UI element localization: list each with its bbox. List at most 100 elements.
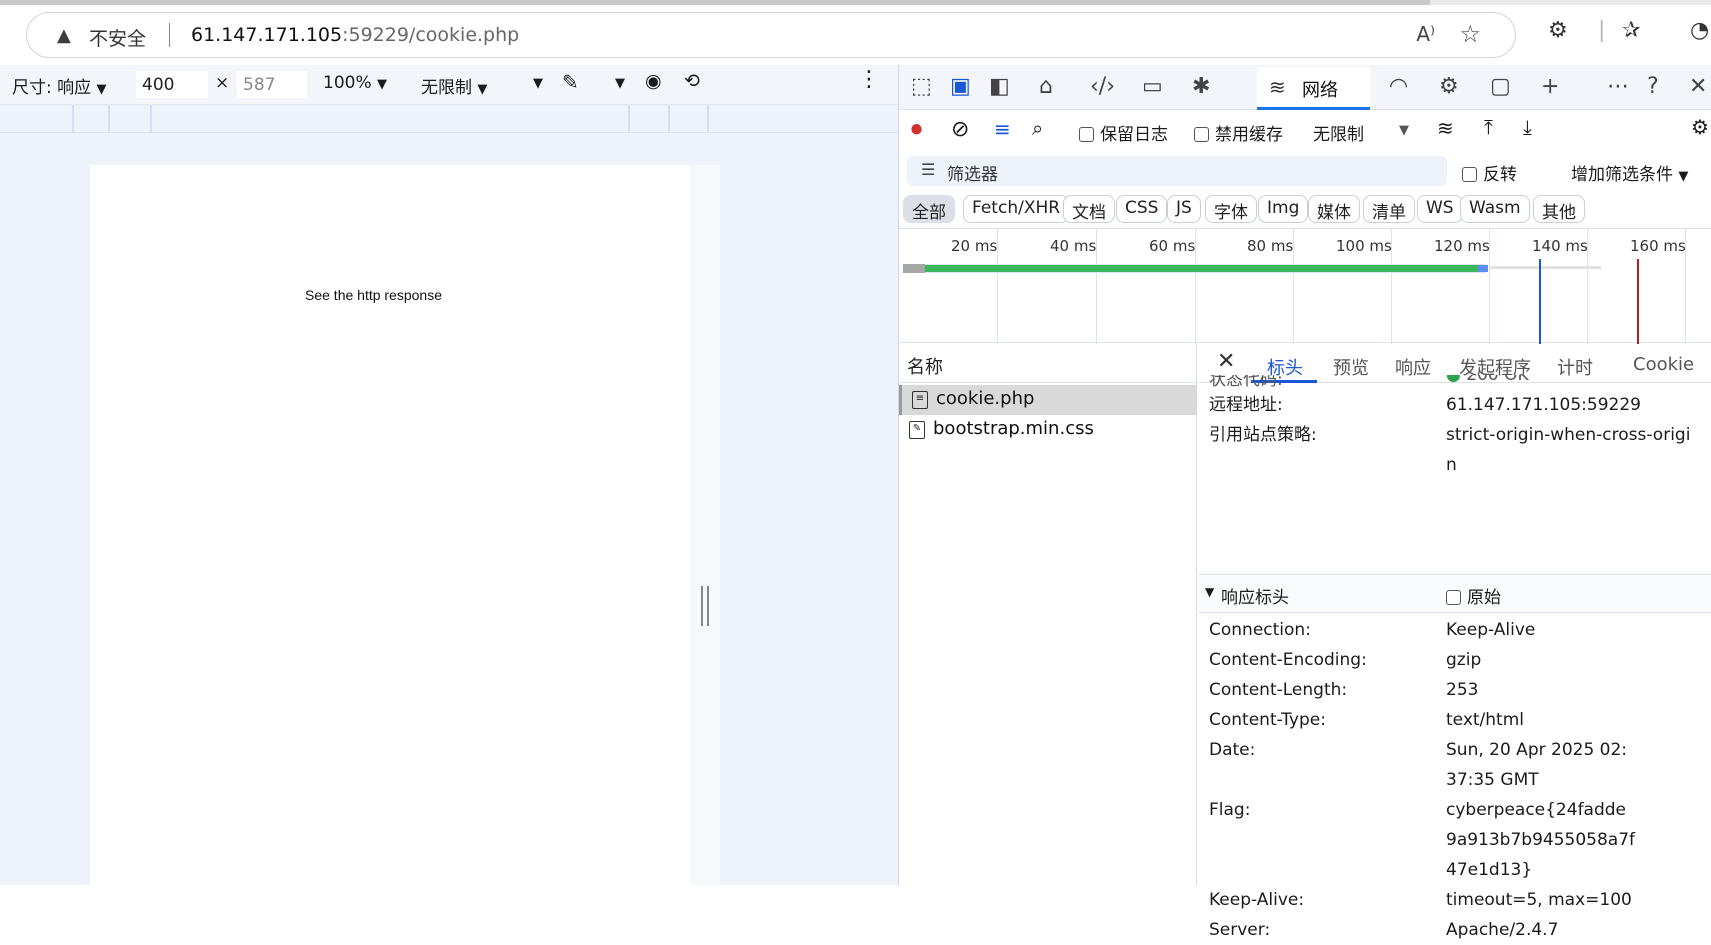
raw-checkbox[interactable]: 原始 <box>1446 583 1501 608</box>
throttle-dropdown-icon[interactable]: ▼ <box>1399 123 1409 138</box>
security-label[interactable]: 不安全 <box>89 24 146 51</box>
address-bar[interactable]: ▲ 不安全 61.147.171.105:59229/cookie.php A⁾… <box>26 12 1516 58</box>
dock-icon[interactable]: ◧ <box>989 74 1010 99</box>
header-value[interactable]: 253 <box>1446 675 1701 705</box>
type-media[interactable]: 媒体 <box>1308 195 1360 223</box>
record-icon[interactable]: ⏺ <box>911 117 922 142</box>
request-detail-panel: ✕ 标头 预览 响应 发起程序 计时 Cookie 状态代码: ● 200 OK… <box>1199 345 1711 940</box>
throttle-select[interactable]: 无限制 ▼ <box>421 73 487 98</box>
type-ws[interactable]: WS <box>1417 195 1463 223</box>
filter-toggle-icon[interactable]: ≡ <box>994 117 1011 141</box>
application-icon[interactable]: ▢ <box>1490 74 1511 99</box>
resource-type-filters: 全部 Fetch/XHR 文档 CSS JS 字体 Img 媒体 清单 WS W… <box>903 193 1711 227</box>
request-row[interactable]: ✎ bootstrap.min.css <box>899 415 1197 445</box>
type-font[interactable]: 字体 <box>1205 195 1257 223</box>
type-manifest[interactable]: 清单 <box>1363 195 1415 223</box>
welcome-home-icon[interactable]: ⌂ <box>1039 74 1053 99</box>
resize-handle[interactable] <box>701 586 709 626</box>
inspect-icon[interactable]: ⬚ <box>911 74 932 99</box>
flag-header-value[interactable]: cyberpeace{24fadde9a913b7b9455058a7f47e1… <box>1446 795 1636 885</box>
emulated-page: See the http response <box>90 165 690 885</box>
network-settings-icon[interactable]: ⚙ <box>1691 115 1709 139</box>
console-icon[interactable]: ▭ <box>1142 74 1163 99</box>
network-overview-timeline[interactable]: 20 ms 40 ms 60 ms 80 ms 100 ms 120 ms 14… <box>899 228 1711 344</box>
read-aloud-icon[interactable]: A⁾ <box>1416 22 1435 46</box>
response-headers-section[interactable]: ▼ 响应标头 原始 <box>1199 574 1711 613</box>
header-value[interactable]: Sun, 20 Apr 2025 02:37:35 GMT <box>1446 735 1636 795</box>
height-input[interactable] <box>237 71 307 98</box>
elements-icon[interactable]: ‹/› <box>1090 74 1115 99</box>
type-other[interactable]: 其他 <box>1533 195 1585 223</box>
header-key: Content-Encoding: <box>1209 650 1367 670</box>
tab-network[interactable]: ≋ 网络 <box>1257 67 1370 110</box>
copilot-icon[interactable]: ◔ <box>1690 18 1709 43</box>
zoom-select[interactable]: 100% ▼ <box>323 73 387 93</box>
address-divider <box>169 23 170 47</box>
rotate-icon[interactable]: ⟲ <box>684 70 700 92</box>
clear-icon[interactable]: ⊘ <box>951 117 969 142</box>
width-input[interactable] <box>136 71 208 98</box>
close-detail-icon[interactable]: ✕ <box>1217 349 1235 374</box>
more-tools-icon[interactable]: ⋯ <box>1607 74 1629 99</box>
export-har-icon[interactable]: ⤓ <box>1523 115 1532 139</box>
options-dropdown-icon[interactable]: ▼ <box>615 76 625 91</box>
timeline-bar-css <box>1489 266 1601 269</box>
more-options-icon[interactable]: ⋮ <box>858 67 880 92</box>
device-toolbar: 尺寸: 响应 ▼ × 100% ▼ 无限制 ▼ ▼ ✎ ▼ ◉ ⟲ ⋮ <box>0 65 898 105</box>
warning-icon[interactable]: ▲ <box>57 25 71 46</box>
header-key: Flag: <box>1209 800 1251 820</box>
tab-network-label: 网络 <box>1302 80 1338 101</box>
header-value[interactable]: 61.147.171.105:59229 <box>1446 390 1701 420</box>
header-value[interactable]: timeout=5, max=100 <box>1446 885 1701 915</box>
header-value[interactable]: gzip <box>1446 645 1701 675</box>
timeline-bar-document <box>925 265 1478 272</box>
performance-icon[interactable]: ◠ <box>1389 74 1408 99</box>
extensions-icon[interactable]: ⚙ <box>1548 18 1568 43</box>
media-query-ruler[interactable] <box>0 105 898 133</box>
close-devtools-icon[interactable]: ✕ <box>1689 74 1707 99</box>
request-row[interactable]: ≡ cookie.php <box>899 385 1197 415</box>
add-tool-icon[interactable]: + <box>1541 74 1559 99</box>
header-value[interactable]: strict-origin-when-cross-origin <box>1446 420 1701 480</box>
filter-input[interactable]: ☰ 筛选器 <box>907 156 1447 186</box>
header-value[interactable]: Keep-Alive <box>1446 615 1701 645</box>
favorite-star-icon[interactable]: ☆ <box>1459 20 1481 48</box>
url-text[interactable]: 61.147.171.105:59229/cookie.php <box>191 24 519 46</box>
type-css[interactable]: CSS <box>1116 195 1168 223</box>
device-emulation-icon[interactable]: ▣ <box>950 74 971 99</box>
network-conditions-icon[interactable]: ≋ <box>1437 116 1454 140</box>
favorites-icon[interactable]: ✰ <box>1622 18 1640 43</box>
type-fetch-xhr[interactable]: Fetch/XHR <box>963 195 1070 223</box>
type-img[interactable]: Img <box>1258 195 1309 223</box>
eyedropper-icon[interactable]: ✎ <box>562 70 579 94</box>
import-har-icon[interactable]: ⤒ <box>1484 115 1493 139</box>
search-icon[interactable]: ⌕ <box>1032 116 1043 140</box>
more-dropdown-icon[interactable]: ▼ <box>533 76 543 91</box>
request-list-header[interactable]: 名称 <box>899 345 1197 383</box>
network-throttle-label: 无限制 <box>1313 125 1364 145</box>
invert-checkbox[interactable]: 反转 <box>1462 160 1517 185</box>
disable-cache-checkbox[interactable]: 禁用缓存 <box>1194 120 1283 145</box>
vision-icon[interactable]: ◉ <box>645 70 662 92</box>
help-icon[interactable]: ? <box>1647 74 1659 99</box>
request-list: 名称 ≡ cookie.php ✎ bootstrap.min.css <box>899 345 1197 885</box>
throttle-dropdown-icon: ▼ <box>477 82 488 97</box>
type-wasm[interactable]: Wasm <box>1460 195 1530 223</box>
dimension-select[interactable]: 尺寸: 响应 ▼ <box>12 73 107 98</box>
disable-cache-box <box>1194 127 1209 142</box>
sources-bug-icon[interactable]: ✱ <box>1192 74 1210 99</box>
filter-icon: ☰ <box>921 160 936 179</box>
header-value[interactable]: Apache/2.4.7 <box>1446 915 1701 945</box>
network-throttle-select[interactable]: 无限制 <box>1313 120 1364 145</box>
memory-icon[interactable]: ⚙ <box>1439 74 1459 99</box>
type-document[interactable]: 文档 <box>1063 195 1115 223</box>
collapse-triangle-icon[interactable]: ▼ <box>1205 585 1214 599</box>
tab-cookies[interactable]: Cookie <box>1633 354 1694 375</box>
ruler-tick <box>150 105 152 133</box>
preserve-log-box <box>1079 127 1094 142</box>
header-value[interactable]: text/html <box>1446 705 1701 735</box>
type-js[interactable]: JS <box>1167 195 1201 223</box>
more-filters-select[interactable]: 增加筛选条件 ▼ <box>1571 160 1688 185</box>
preserve-log-checkbox[interactable]: 保留日志 <box>1079 120 1168 145</box>
type-all[interactable]: 全部 <box>903 195 955 223</box>
